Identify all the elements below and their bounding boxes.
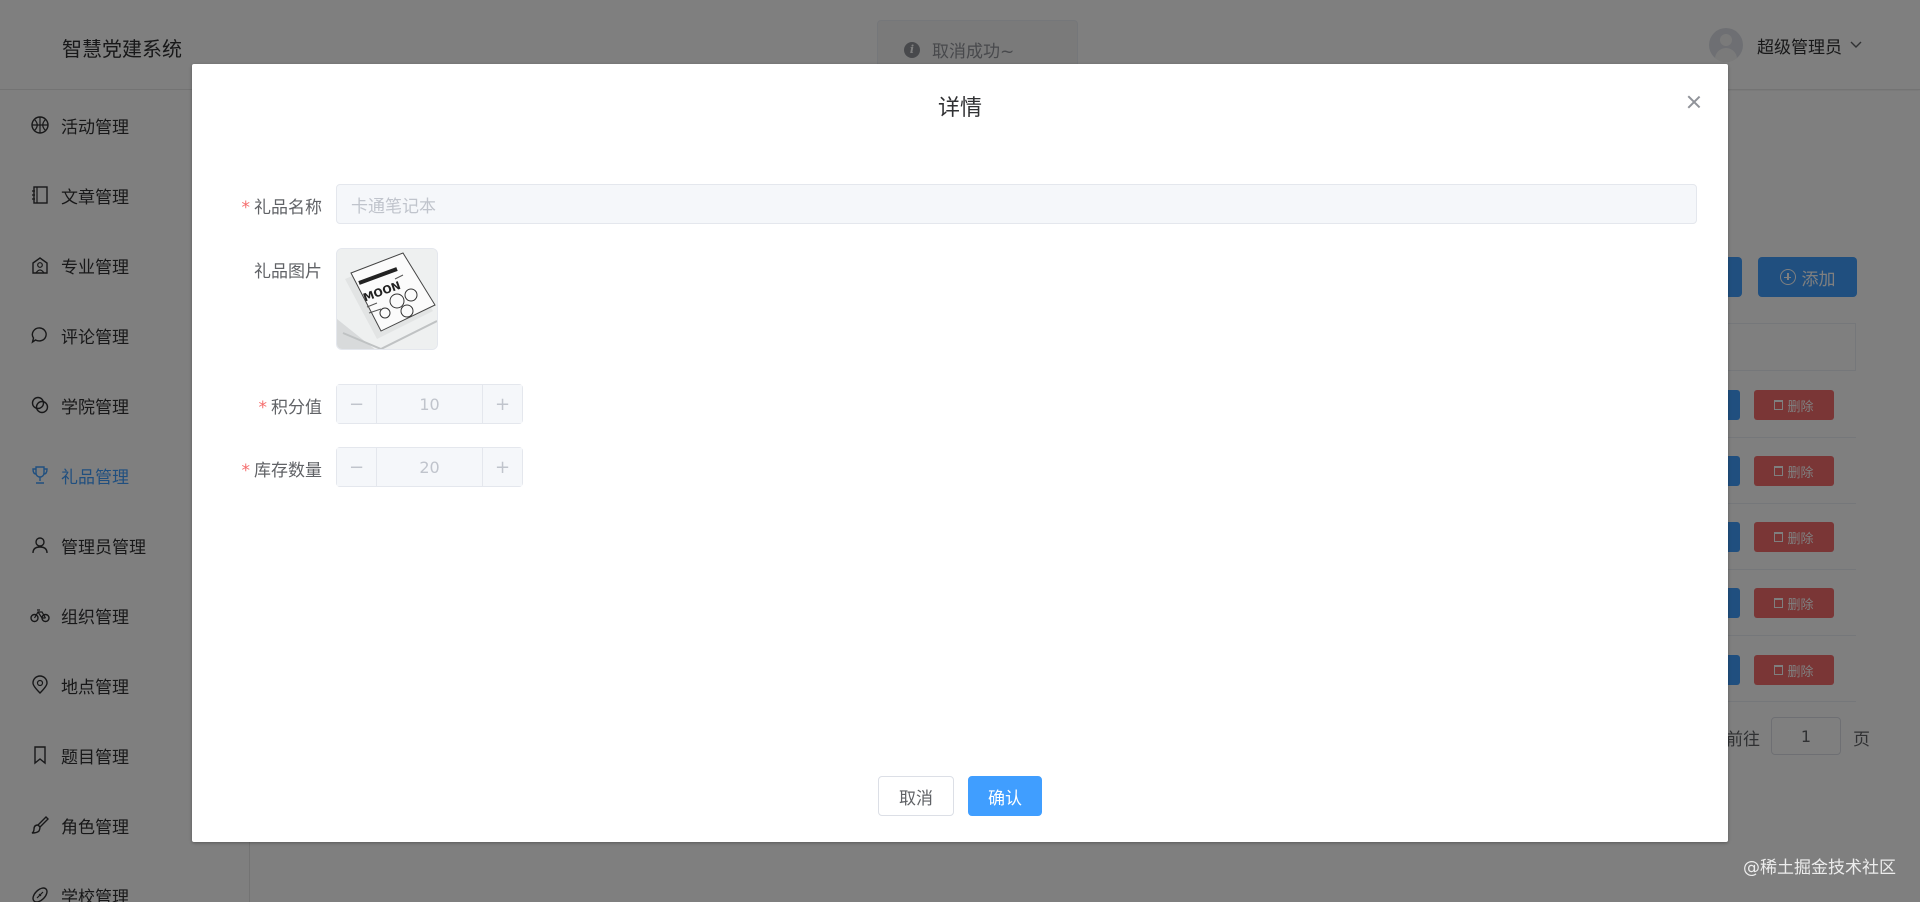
gift-name-input[interactable]: 卡通笔记本 bbox=[336, 184, 1697, 224]
close-icon[interactable] bbox=[1684, 92, 1704, 112]
stock-label-text: 库存数量 bbox=[254, 461, 322, 481]
confirm-button[interactable]: 确认 bbox=[968, 776, 1042, 816]
gift-name-label-text: 礼品名称 bbox=[254, 198, 322, 218]
minus-icon[interactable]: − bbox=[337, 385, 377, 423]
gift-image-label: 礼品图片 bbox=[254, 262, 322, 282]
points-value[interactable]: 10 bbox=[377, 385, 482, 423]
points-stepper[interactable]: − 10 + bbox=[336, 384, 523, 424]
plus-icon[interactable]: + bbox=[482, 448, 522, 486]
gift-name-label: * 礼品名称 bbox=[192, 193, 323, 218]
required-mark: * bbox=[241, 198, 251, 218]
detail-dialog: 详情 * 礼品名称 卡通笔记本 礼品图片 MOON * 积分值 − 10 + * 库存… bbox=[192, 64, 1728, 842]
stock-stepper[interactable]: − 20 + bbox=[336, 447, 523, 487]
minus-icon[interactable]: − bbox=[337, 448, 377, 486]
required-mark: * bbox=[241, 461, 251, 481]
gift-image[interactable]: MOON bbox=[336, 248, 438, 350]
watermark: @稀土掘金技术社区 bbox=[1743, 858, 1896, 878]
dialog-title: 详情 bbox=[937, 96, 982, 121]
points-label: * 积分值 bbox=[192, 393, 323, 418]
plus-icon[interactable]: + bbox=[482, 385, 522, 423]
stock-value[interactable]: 20 bbox=[377, 448, 482, 486]
required-mark: * bbox=[258, 398, 268, 418]
stock-label: * 库存数量 bbox=[192, 456, 323, 481]
points-label-text: 积分值 bbox=[271, 398, 322, 418]
cancel-button[interactable]: 取消 bbox=[878, 776, 954, 816]
gift-name-placeholder: 卡通笔记本 bbox=[351, 196, 436, 217]
